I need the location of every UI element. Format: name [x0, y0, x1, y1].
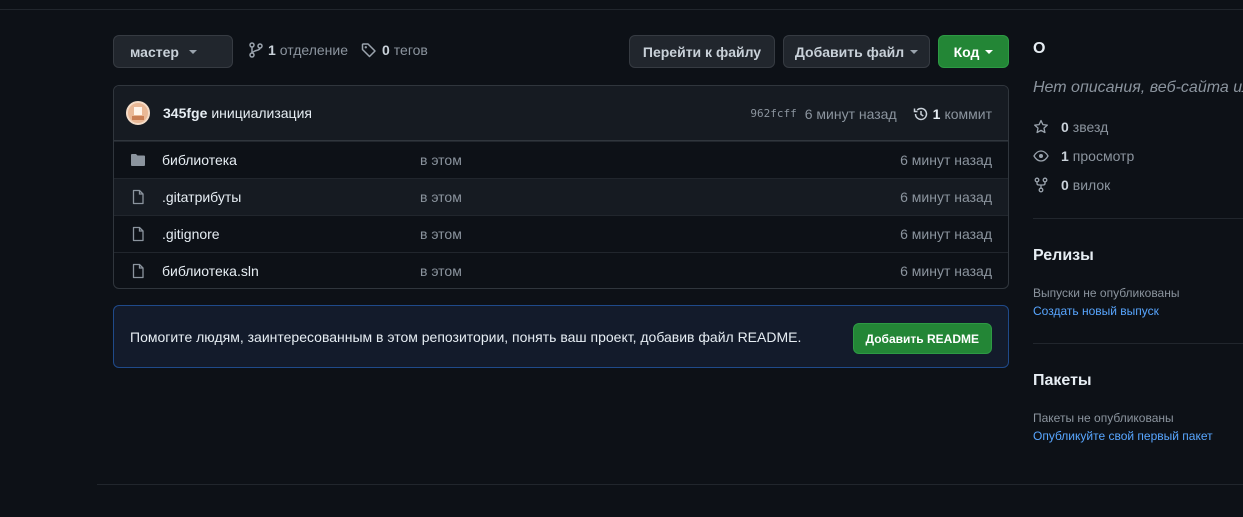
file-row[interactable]: библиотека.sln в этом 6 минут назад [114, 252, 1008, 288]
file-commit-message[interactable]: в этом [420, 189, 462, 205]
forks-label: вилок [1072, 177, 1111, 193]
commit-time: 6 минут назад [804, 105, 897, 122]
chevron-down-icon [985, 50, 994, 54]
file-icon [132, 189, 144, 205]
file-icon [132, 226, 144, 242]
chevron-down-icon [188, 50, 197, 54]
code-label: Код [953, 43, 980, 60]
file-commit-message[interactable]: в этом [420, 226, 462, 242]
branch-name: мастер [130, 43, 179, 60]
goto-file-button[interactable]: Перейти к файлу [629, 35, 775, 68]
file-commit-message[interactable]: в этом [420, 152, 462, 168]
file-time: 6 минут назад [900, 226, 992, 242]
add-readme-button[interactable]: Добавить README [852, 323, 992, 354]
folder-icon [131, 154, 145, 166]
top-divider [0, 9, 1243, 10]
tags-link[interactable]: 0 тегов [361, 42, 428, 58]
tag-icon [361, 43, 376, 58]
file-row[interactable]: .gitатрибуты в этом 6 минут назад [114, 178, 1008, 215]
about-description: Нет описания, веб-сайта или [1033, 79, 1243, 96]
file-time: 6 минут назад [900, 263, 992, 279]
branch-select-button[interactable]: мастер [113, 35, 233, 68]
stars-count: 0 [1061, 119, 1069, 135]
tags-label: тегов [393, 42, 428, 58]
footer-divider [97, 484, 1243, 485]
add-file-label: Добавить файл [794, 43, 905, 60]
tags-count: 0 [382, 42, 390, 58]
stars-label: звезд [1072, 119, 1109, 135]
add-file-button[interactable]: Добавить файл [783, 35, 930, 68]
packages-title[interactable]: Пакеты [1033, 372, 1092, 390]
file-name[interactable]: .gitатрибуты [162, 189, 241, 205]
commit-message[interactable]: инициализация [211, 105, 312, 121]
branches-link[interactable]: 1 отделение [249, 42, 348, 58]
history-icon [913, 107, 927, 120]
sidebar-divider [1033, 218, 1243, 219]
commits-count: 1 [932, 105, 941, 122]
eye-icon [1033, 150, 1049, 162]
chevron-down-icon [910, 50, 919, 54]
releases-title[interactable]: Релизы [1033, 247, 1094, 265]
file-row[interactable]: .gitignore в этом 6 минут назад [114, 215, 1008, 252]
commits-link[interactable]: 1 коммит [913, 106, 992, 122]
file-name[interactable]: библиотека [162, 152, 237, 168]
releases-note: Выпуски не опубликованы [1033, 286, 1180, 300]
file-time: 6 минут назад [900, 189, 992, 205]
commits-label: коммит [944, 105, 992, 122]
watchers-label: просмотр [1072, 148, 1135, 164]
file-time: 6 минут назад [900, 152, 992, 168]
file-name[interactable]: .gitignore [162, 226, 220, 242]
goto-file-label: Перейти к файлу [642, 43, 762, 60]
commit-meta: 962fcff 6 минут назад 1 коммит [750, 86, 992, 141]
forks-count: 0 [1061, 177, 1069, 193]
create-release-link[interactable]: Создать новый выпуск [1033, 304, 1159, 318]
forks-link[interactable]: 0 вилок [1033, 177, 1110, 193]
file-list: 345fge инициализация 962fcff 6 минут наз… [113, 85, 1009, 289]
watchers-count: 1 [1061, 148, 1069, 164]
avatar[interactable] [126, 101, 150, 125]
sidebar-divider [1033, 343, 1243, 344]
watchers-link[interactable]: 1 просмотр [1033, 148, 1134, 164]
publish-package-link[interactable]: Опубликуйте свой первый пакет [1033, 429, 1213, 443]
latest-commit-row: 345fge инициализация 962fcff 6 минут наз… [114, 86, 1008, 141]
git-branch-icon [249, 42, 263, 58]
file-commit-message[interactable]: в этом [420, 263, 462, 279]
commit-sha[interactable]: 962fcff [750, 107, 796, 120]
file-icon [132, 263, 144, 279]
branches-count: 1 [268, 42, 276, 58]
commit-author[interactable]: 345fge [163, 105, 207, 121]
file-name[interactable]: библиотека.sln [162, 263, 259, 279]
code-button[interactable]: Код [938, 35, 1009, 68]
fork-icon [1034, 177, 1048, 193]
stars-link[interactable]: 0 звезд [1033, 119, 1108, 135]
readme-banner: Помогите людям, заинтересованным в этом … [113, 305, 1009, 368]
file-row-folder[interactable]: библиотека в этом 6 минут назад [114, 141, 1008, 178]
packages-note: Пакеты не опубликованы [1033, 411, 1174, 425]
branches-label: отделение [279, 42, 349, 58]
star-icon [1034, 119, 1048, 134]
readme-banner-text: Помогите людям, заинтересованным в этом … [130, 328, 802, 345]
about-title: О [1033, 40, 1046, 57]
